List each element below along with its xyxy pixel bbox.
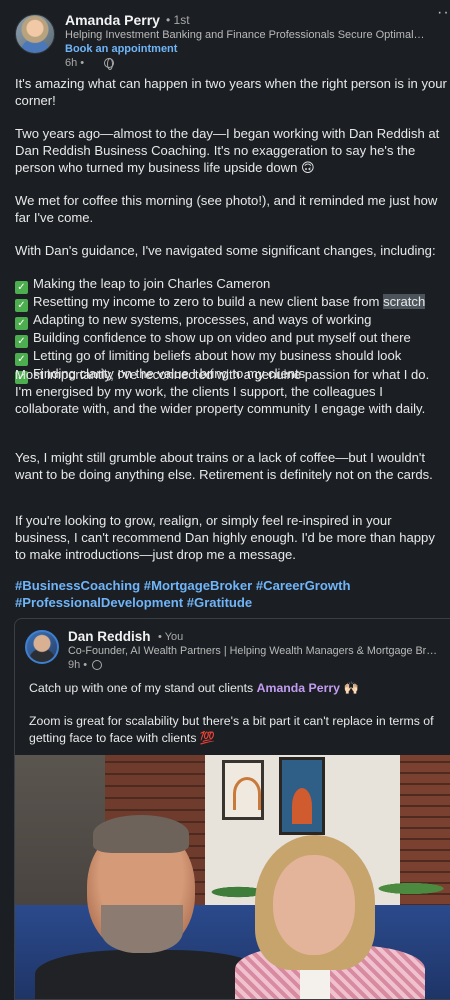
post-paragraph: Yes, I might still grumble about trains … (15, 450, 433, 482)
shared-post-text: Zoom is great for scalability but there'… (29, 714, 434, 745)
list-item: ✓ Adapting to new systems, processes, and… (15, 312, 447, 330)
check-icon: ✓ (15, 317, 28, 330)
shared-post-text: Catch up with one of my stand out client… (29, 681, 360, 695)
shared-author-you: • You (158, 631, 184, 643)
list-item: ✓ Building confidence to show up on video… (15, 330, 447, 348)
shared-author-name[interactable]: Dan Reddish (68, 629, 151, 644)
post-paragraph: It's amazing what can happen in two year… (15, 76, 447, 108)
hashtag-line[interactable]: #BusinessCoaching #MortgageBroker #Caree… (15, 578, 447, 595)
list-item: ✓ Letting go of limiting beliefs about ho… (15, 348, 447, 366)
book-appointment-link[interactable]: Book an appointment (65, 43, 177, 55)
post-time: 6h • (65, 57, 85, 69)
check-icon: ✓ (15, 335, 28, 348)
hashtag-line[interactable]: #ProfessionalDevelopment #Gratitude (15, 595, 447, 612)
linkedin-post: Amanda Perry • 1st Helping Investment Ba… (0, 0, 450, 1000)
connection-degree: • 1st (166, 13, 190, 27)
post-header: Amanda Perry • 1st Helping Investment Ba… (15, 12, 435, 72)
post-photo[interactable] (15, 755, 450, 999)
globe-icon (92, 660, 102, 670)
photo-artwork (222, 760, 264, 820)
shared-author-headline: Co-Founder, AI Wealth Partners | Helping… (68, 645, 443, 657)
photo-woman-face (273, 855, 355, 955)
more-options-icon[interactable]: ··· (437, 5, 450, 21)
post-paragraph: Most importantly, I've reconnected with … (15, 367, 430, 416)
selected-text: scratch (383, 294, 426, 309)
shared-post[interactable]: Dan Reddish • You Co-Founder, AI Wealth … (14, 618, 450, 1000)
mention-link[interactable]: Amanda Perry (257, 681, 340, 695)
check-icon: ✓ (15, 299, 28, 312)
author-name[interactable]: Amanda Perry (65, 12, 160, 28)
check-icon: ✓ (15, 281, 28, 294)
post-paragraph: If you're looking to grow, realign, or s… (15, 513, 435, 562)
list-item: ✓ Making the leap to join Charles Cameron (15, 276, 447, 294)
photo-man-hair (93, 815, 189, 853)
photo-man-body (35, 950, 265, 999)
author-avatar[interactable] (15, 14, 55, 54)
post-paragraph: Two years ago—almost to the day—I began … (15, 126, 440, 175)
list-item: ✓ Resetting my income to zero to build a … (15, 294, 447, 312)
check-icon: ✓ (15, 353, 28, 366)
photo-artwork (279, 757, 325, 835)
author-headline: Helping Investment Banking and Finance P… (65, 29, 425, 41)
shared-author-avatar[interactable] (25, 630, 59, 664)
hashtags: #BusinessCoaching #MortgageBroker #Caree… (15, 578, 447, 612)
globe-icon (104, 58, 114, 70)
photo-man-beard (101, 905, 183, 953)
shared-post-time: 9h • (68, 659, 88, 671)
post-paragraph: We met for coffee this morning (see phot… (15, 193, 438, 225)
post-paragraph: With Dan's guidance, I've navigated some… (15, 243, 436, 258)
